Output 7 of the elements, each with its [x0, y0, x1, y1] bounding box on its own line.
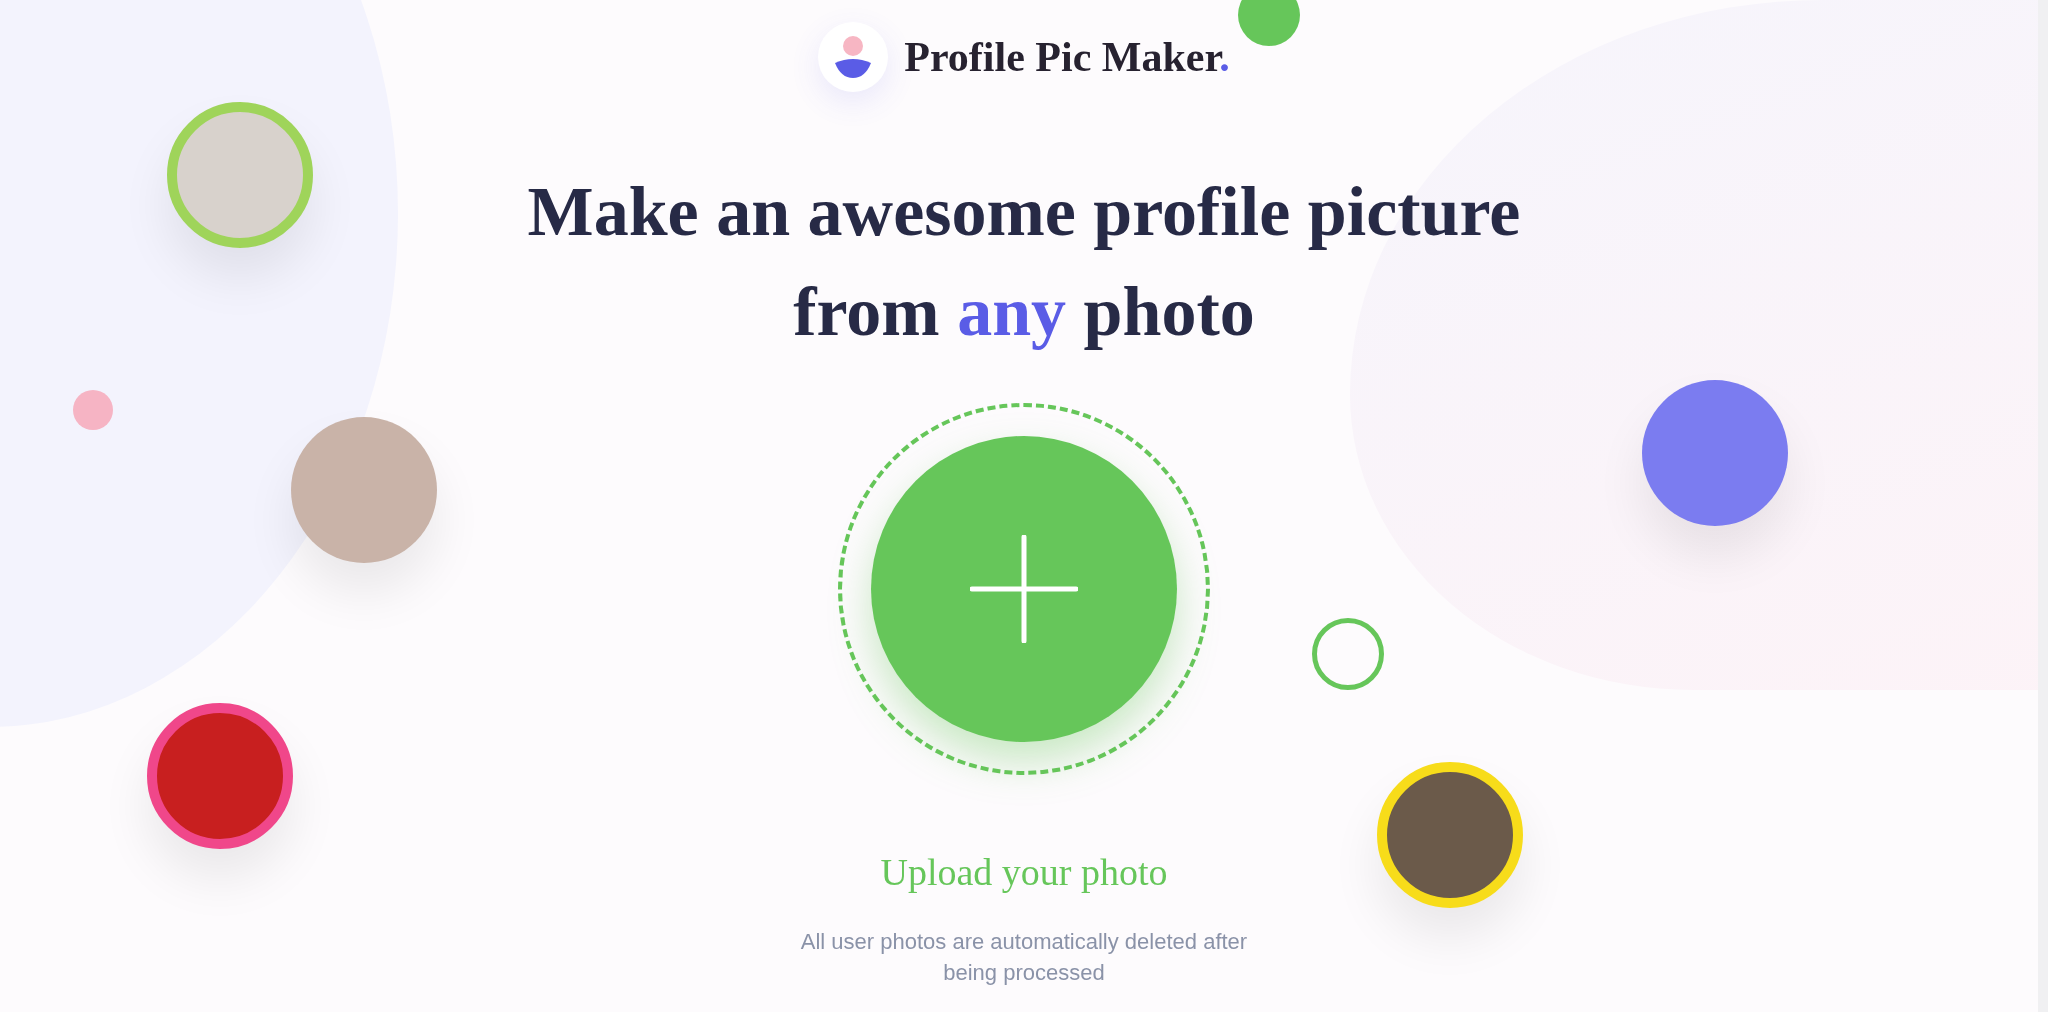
plus-icon — [970, 535, 1078, 643]
decorative-dot — [1238, 0, 1300, 46]
decorative-ring — [1312, 618, 1384, 690]
headline: Make an awesome profile picture from any photo — [526, 172, 1522, 352]
privacy-note: All user photos are automatically deleted after being processed — [799, 928, 1249, 987]
logo-text: Profile Pic Maker. — [904, 32, 1230, 82]
upload-label[interactable]: Upload your photo — [880, 850, 1168, 894]
